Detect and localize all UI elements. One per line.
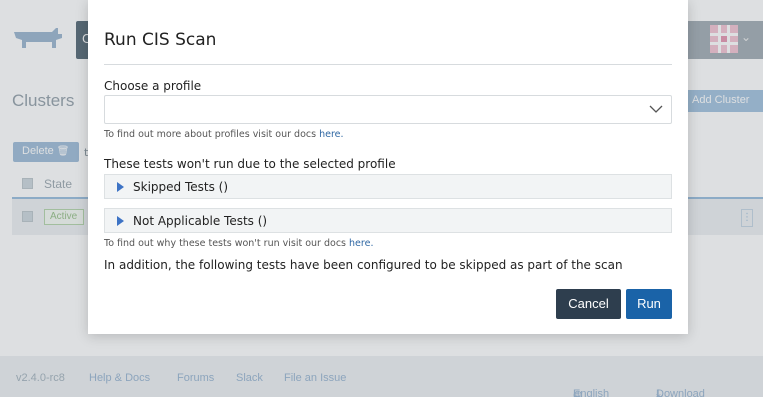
- profile-select[interactable]: [104, 95, 672, 124]
- why-hint-text: To find out why these tests won't run vi…: [104, 238, 350, 249]
- configured-skips-text: In addition, the following tests have be…: [104, 258, 623, 272]
- not-applicable-tests-label: Not Applicable Tests (): [133, 214, 268, 228]
- excluded-tests-label: These tests won't run due to the selecte…: [104, 157, 396, 171]
- run-button[interactable]: Run: [626, 289, 672, 319]
- expand-triangle-icon: [117, 182, 124, 192]
- why-docs-link[interactable]: here.: [349, 238, 373, 249]
- skipped-tests-label: Skipped Tests (): [133, 180, 229, 194]
- why-docs-hint: To find out why these tests won't run vi…: [104, 238, 373, 249]
- not-applicable-tests-accordion[interactable]: Not Applicable Tests (): [104, 208, 672, 233]
- profile-hint-text: To find out more about profiles visit ou…: [104, 129, 320, 140]
- profile-label: Choose a profile: [104, 79, 202, 93]
- cancel-button[interactable]: Cancel: [556, 289, 621, 319]
- skipped-tests-accordion[interactable]: Skipped Tests (): [104, 174, 672, 199]
- chevron-down-icon: [649, 105, 663, 113]
- run-cis-scan-dialog: Run CIS Scan Choose a profile To find ou…: [88, 0, 688, 334]
- dialog-title: Run CIS Scan: [104, 30, 217, 50]
- title-divider: [104, 64, 672, 65]
- expand-triangle-icon: [117, 216, 124, 226]
- profile-docs-link[interactable]: here.: [319, 129, 343, 140]
- profile-docs-hint: To find out more about profiles visit ou…: [104, 129, 344, 140]
